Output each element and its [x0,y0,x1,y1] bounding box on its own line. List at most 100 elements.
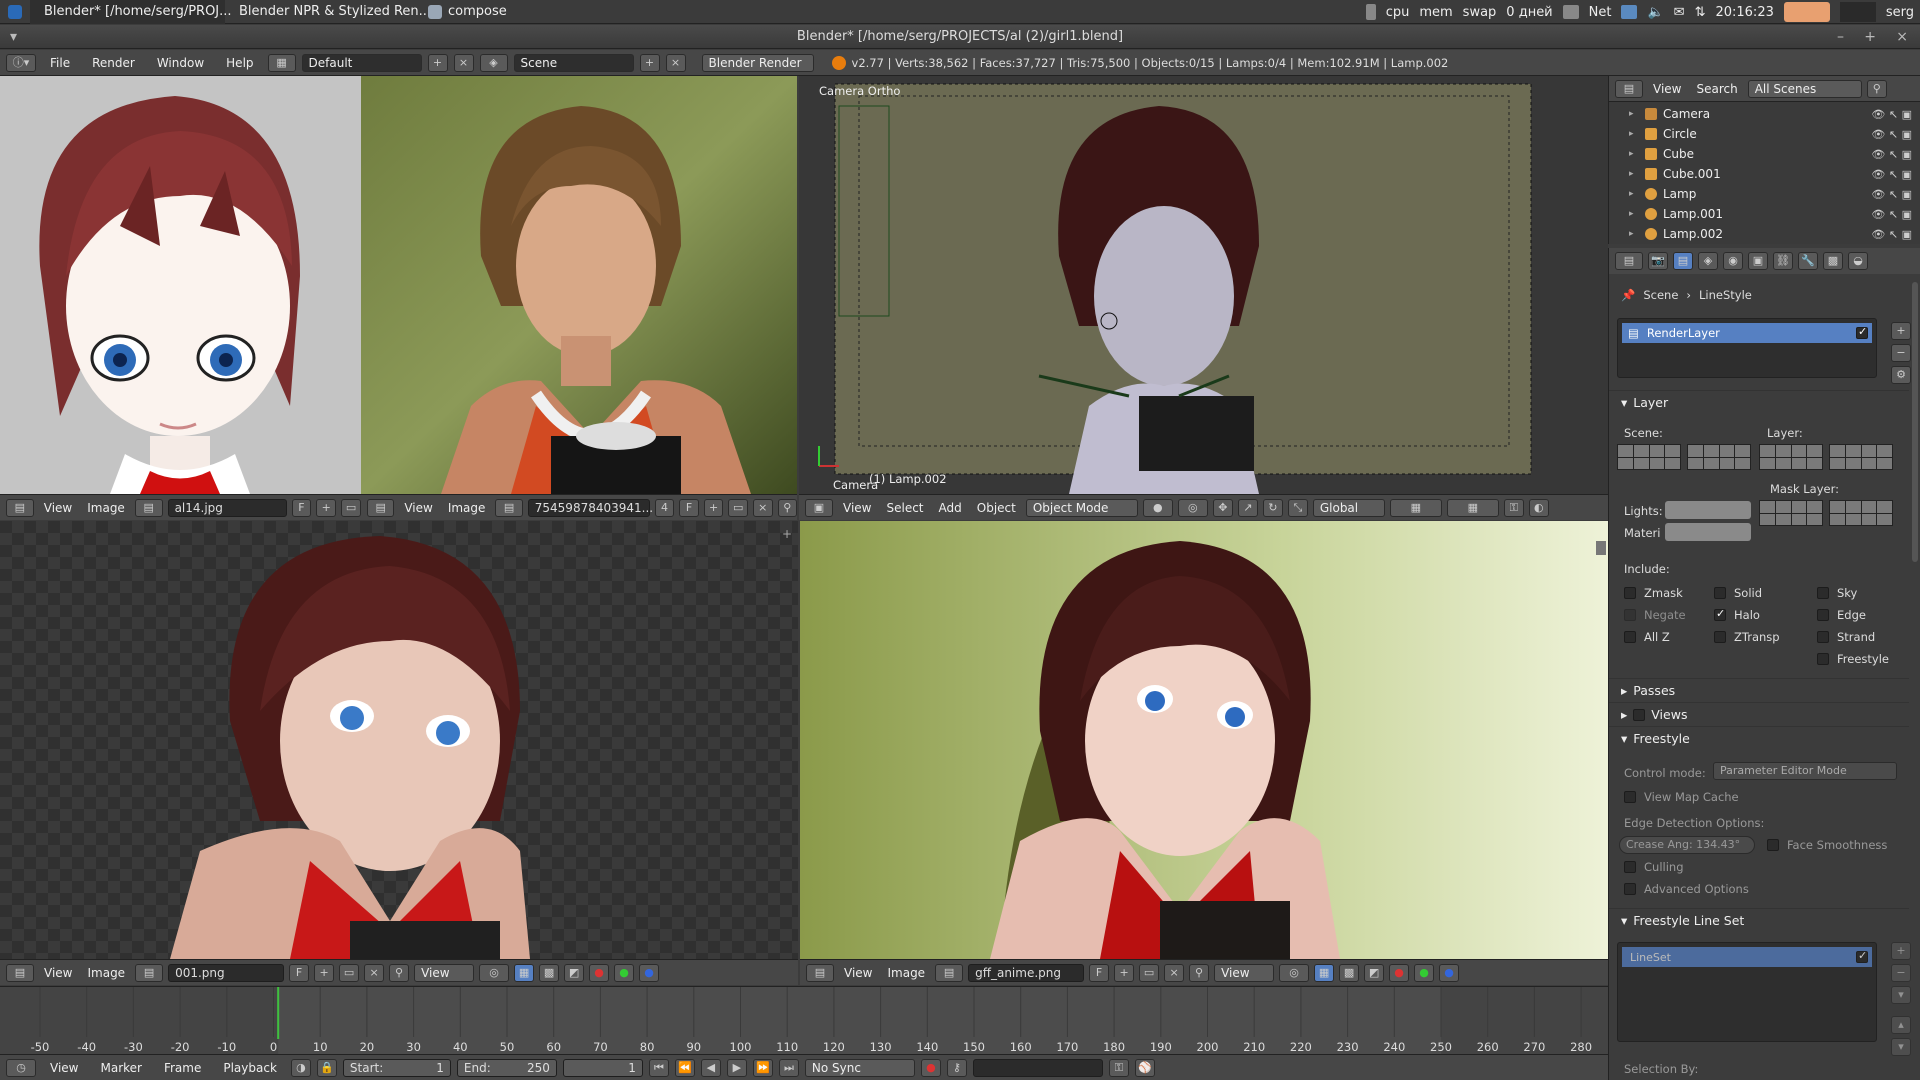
menu-view[interactable]: View [399,501,437,515]
menu-view[interactable]: View [838,501,876,515]
constraints-tab-icon[interactable]: ⛓ [1773,252,1793,270]
editor-type-icon[interactable]: ▤ [6,498,34,517]
modifiers-tab-icon[interactable]: 🔧 [1798,252,1818,270]
layer-layers-grid-b[interactable] [1829,444,1893,470]
lock-layers-icon[interactable]: ⚿ [1503,498,1524,517]
visibility-controls[interactable]: 👁 ↖ ▣ [1871,148,1912,161]
new-image-icon[interactable]: + [314,963,335,982]
open-image-icon[interactable]: ▭ [341,498,361,517]
panel-toggle-icon[interactable] [1596,541,1606,555]
freestyle-lineset-panel-header[interactable]: ▾ Freestyle Line Set [1609,908,1909,932]
object-tab-icon[interactable]: ▣ [1748,252,1768,270]
users-count[interactable]: 4 [654,498,675,517]
alpha-channel-icon[interactable]: ▩ [539,963,560,982]
editor-type-icon[interactable]: ▤ [806,963,834,982]
menu-render[interactable]: Render [84,56,143,70]
visibility-controls[interactable]: 👁 ↖ ▣ [1871,108,1912,121]
mask-layers-grid-a[interactable] [1759,500,1823,526]
layer-layers-grid-a[interactable] [1759,444,1823,470]
outliner-row[interactable]: ▸ Circle 👁 ↖ ▣ [1609,124,1920,144]
halo-checkbox[interactable]: Halo [1714,607,1760,622]
play-reverse-icon[interactable]: ◀ [700,1058,721,1077]
unlink-image-icon[interactable]: × [752,498,773,517]
jump-keyframe-back-icon[interactable]: ⏪ [674,1058,695,1077]
views-enable-checkbox[interactable] [1633,708,1646,721]
menu-image[interactable]: Image [443,501,491,515]
layer-panel-header[interactable]: ▾ Layer [1609,390,1909,414]
image-editor-render-alpha[interactable]: + [0,521,798,959]
blue-channel-icon[interactable]: ● [1439,963,1460,982]
render-layer-item[interactable]: ▤ RenderLayer [1622,323,1872,343]
blue-channel-icon[interactable]: ● [639,963,660,982]
pivot-point-icon[interactable]: ◎ [1177,498,1208,517]
expand-icon[interactable]: ▸ [1629,129,1639,139]
render-layer-enable-checkbox[interactable] [1856,325,1868,339]
image-browse-icon[interactable]: ▤ [495,498,523,517]
jump-start-icon[interactable]: ⏮ [648,1058,669,1077]
fake-user-button[interactable]: F [291,498,312,517]
lights-override-field[interactable] [1665,501,1751,519]
allz-checkbox[interactable]: All Z [1624,630,1670,644]
expand-icon[interactable]: ▸ [1629,229,1639,239]
texture-tab-icon[interactable]: ▩ [1823,252,1843,270]
display-channels-icon[interactable]: ▦ [1314,963,1335,982]
culling-checkbox[interactable]: Culling [1624,860,1684,874]
image-editor-anime-reference[interactable] [0,76,361,494]
render-layers-tab-icon[interactable]: ▤ [1673,252,1693,270]
maximize-icon[interactable]: + [1864,25,1876,49]
green-channel-icon[interactable]: ● [614,963,635,982]
outliner-row[interactable]: ▸ Lamp 👁 ↖ ▣ [1609,184,1920,204]
open-image-icon[interactable]: ▭ [728,498,748,517]
window-menu-icon[interactable]: ▾ [10,25,17,49]
add-render-layer-icon[interactable]: + [1891,322,1911,340]
control-mode-dropdown[interactable]: Parameter Editor Mode [1713,762,1897,780]
start-frame-field[interactable]: Start: 1 [342,1058,451,1077]
menu-view[interactable]: View [1648,82,1686,96]
outliner-row[interactable]: ▸ Lamp.001 👁 ↖ ▣ [1609,204,1920,224]
unlink-image-icon[interactable]: × [364,963,385,982]
ztransp-checkbox[interactable]: ZTransp [1714,630,1780,644]
display-icon[interactable] [1621,5,1638,19]
volume-icon[interactable]: 🔈 [1647,5,1663,20]
editor-type-icon[interactable]: ▤ [6,963,34,982]
display-mode-dropdown[interactable]: All Scenes [1747,79,1862,98]
pin-icon[interactable]: 📌 [1621,288,1635,302]
task-folder[interactable]: compose [420,0,515,24]
scene-field[interactable]: Scene [513,53,634,72]
pin-icon[interactable]: ⚲ [1189,963,1210,982]
image-name-field[interactable]: 75459878403941... [527,498,653,517]
menu-add[interactable]: Add [934,501,967,515]
outliner-row[interactable]: ▸ Cube.001 👁 ↖ ▣ [1609,164,1920,184]
image-name-field[interactable]: 001.png [168,963,285,982]
views-panel-header[interactable]: ▸ Views [1609,702,1909,726]
zmask-checkbox[interactable]: Zmask [1624,586,1683,600]
layout-grid-icon[interactable]: ▦ [267,53,296,72]
fake-user-button[interactable]: F [289,963,310,982]
menu-select[interactable]: Select [881,501,928,515]
editor-type-icon[interactable]: ▣ [805,498,833,517]
breadcrumb-scene[interactable]: Scene [1643,288,1678,302]
menu-view[interactable]: View [839,966,877,980]
menu-view[interactable]: View [39,501,77,515]
remove-layout-icon[interactable]: × [453,53,474,72]
editor-type-icon[interactable]: ◷ [6,1058,36,1077]
add-layout-icon[interactable]: + [427,53,448,72]
menu-object[interactable]: Object [972,501,1021,515]
play-icon[interactable]: ▶ [726,1058,747,1077]
freestyle-panel-header[interactable]: ▾ Freestyle [1609,726,1909,750]
clock[interactable]: 20:16:23 [1715,5,1773,20]
visibility-controls[interactable]: 👁 ↖ ▣ [1871,208,1912,221]
open-image-icon[interactable]: ▭ [339,963,360,982]
new-image-icon[interactable]: + [316,498,337,517]
scale-manipulator-icon[interactable]: ⤡ [1287,498,1308,517]
outliner-row[interactable]: ▸ Camera 👁 ↖ ▣ [1609,104,1920,124]
new-image-icon[interactable]: + [1114,963,1135,982]
physics-tab-icon[interactable]: ◒ [1848,252,1868,270]
menu-image[interactable]: Image [82,966,130,980]
pin-icon[interactable]: ⚲ [777,498,797,517]
task-browser[interactable]: Blender NPR & Stylized Ren... [225,0,431,24]
network-arrows-icon[interactable]: ⇅ [1695,5,1706,20]
view-map-cache-checkbox[interactable]: View Map Cache [1624,790,1739,804]
expand-icon[interactable]: ▸ [1629,149,1639,159]
image-name-field[interactable]: al14.jpg [167,498,287,517]
